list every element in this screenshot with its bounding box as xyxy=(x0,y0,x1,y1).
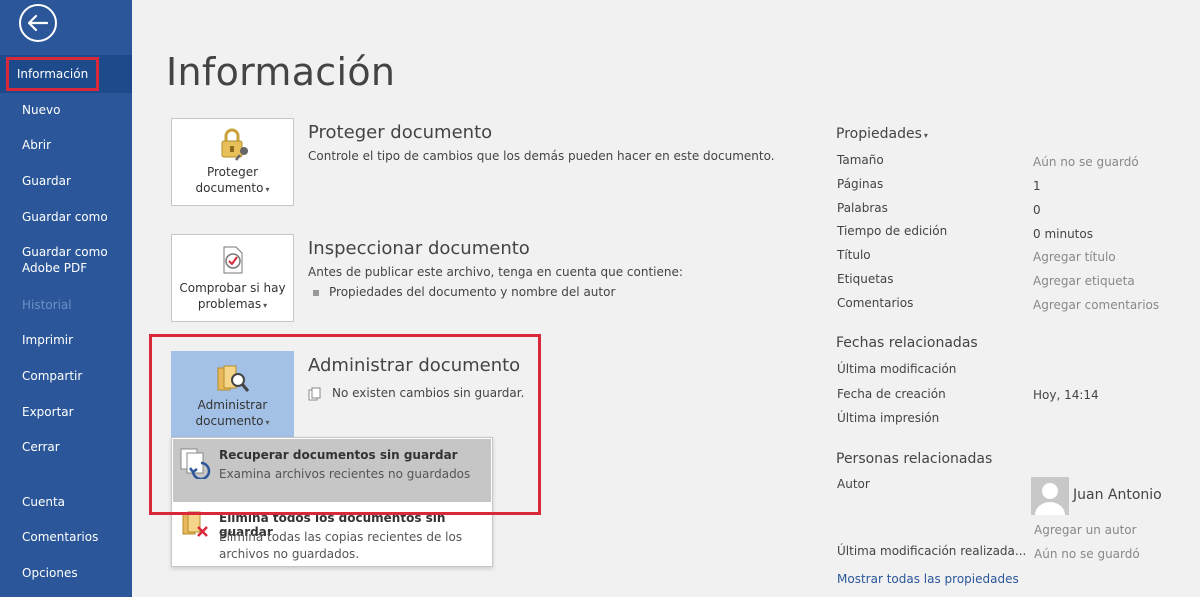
recover-document-icon xyxy=(180,448,211,479)
menu-item-recover-unsaved[interactable]: Recuperar documentos sin guardar Examina… xyxy=(173,439,491,502)
tile-label-line2: problemas ▾ xyxy=(197,297,268,311)
add-title-field[interactable]: Agregar título xyxy=(1033,250,1116,264)
sidebar-item-imprimir[interactable]: Imprimir xyxy=(0,332,132,348)
prop-value: Aún no se guardó xyxy=(1033,155,1139,169)
chevron-down-icon: ▾ xyxy=(923,131,928,140)
sidebar-item-cerrar[interactable]: Cerrar xyxy=(0,439,132,455)
prop-label: Tiempo de edición xyxy=(837,224,948,238)
menu-item-title: Recuperar documentos sin guardar xyxy=(219,448,458,462)
prop-label: Título xyxy=(837,248,871,262)
tile-label-line1: Comprobar si hay xyxy=(179,281,286,295)
check-issues-button[interactable]: Comprobar si hay problemas ▾ xyxy=(171,234,294,322)
add-comments-field[interactable]: Agregar comentarios xyxy=(1033,298,1159,312)
bullet-text: Propiedades del documento y nombre del a… xyxy=(329,285,616,299)
bullet-icon xyxy=(313,289,319,296)
sidebar-item-nuevo[interactable]: Nuevo xyxy=(0,102,132,118)
sidebar-item-comentarios[interactable]: Comentarios xyxy=(0,529,132,545)
sidebar-item-exportar[interactable]: Exportar xyxy=(0,404,132,420)
menu-item-delete-unsaved[interactable]: Elimina todos los documentos sin guardar… xyxy=(173,504,491,566)
chevron-down-icon: ▾ xyxy=(265,418,270,427)
inspect-document-icon xyxy=(223,246,243,274)
backstage-sidebar: Información Nuevo Abrir Guardar Guardar … xyxy=(0,0,132,597)
prop-value: 1 xyxy=(1033,179,1041,193)
prop-value: 0 minutos xyxy=(1033,227,1093,241)
date-label: Última modificación xyxy=(837,362,957,376)
sidebar-item-historial: Historial xyxy=(22,298,72,312)
section-title-inspect: Inspeccionar documento xyxy=(308,238,530,259)
manage-document-button[interactable]: Administrar documento ▾ xyxy=(171,351,294,438)
author-name[interactable]: Juan Antonio xyxy=(1073,487,1162,503)
sidebar-item-guardar[interactable]: Guardar xyxy=(0,173,132,189)
last-modified-by-value: Aún no se guardó xyxy=(1034,547,1140,561)
date-label: Fecha de creación xyxy=(837,387,946,401)
section-title-manage: Administrar documento xyxy=(308,355,521,376)
dates-heading: Fechas relacionadas xyxy=(836,335,978,351)
people-heading: Personas relacionadas xyxy=(836,451,993,467)
sidebar-item-informacion[interactable]: Información xyxy=(0,55,132,93)
bullet-item: Propiedades del documento y nombre del a… xyxy=(313,285,615,299)
avatar xyxy=(1031,477,1069,515)
add-tag-field[interactable]: Agregar etiqueta xyxy=(1033,274,1135,288)
prop-value: 0 xyxy=(1033,203,1041,217)
add-author-link[interactable]: Agregar un autor xyxy=(1034,523,1137,537)
prop-label: Páginas xyxy=(837,177,884,191)
author-label: Autor xyxy=(837,477,870,491)
tile-label-line1: Proteger xyxy=(206,165,259,179)
lock-key-icon xyxy=(221,128,248,161)
properties-heading[interactable]: Propiedades ▾ xyxy=(836,126,928,142)
sidebar-item-guardar-como[interactable]: Guardar como xyxy=(0,209,132,225)
arrow-left-icon xyxy=(27,14,49,32)
menu-item-desc-1: Elimina todas las copias recientes de lo… xyxy=(219,530,463,544)
date-label: Última impresión xyxy=(837,411,940,425)
tile-label-line2: documento ▾ xyxy=(195,181,270,195)
sidebar-item-opciones[interactable]: Opciones xyxy=(0,565,132,581)
section-desc-inspect: Antes de publicar este archivo, tenga en… xyxy=(308,265,683,279)
protect-document-button[interactable]: Proteger documento ▾ xyxy=(171,118,294,206)
section-title-protect: Proteger documento xyxy=(308,122,493,143)
sidebar-item-cuenta[interactable]: Cuenta xyxy=(0,494,132,510)
tile-label-line1: Administrar xyxy=(197,398,268,412)
sidebar-item-guardar-pdf[interactable]: Guardar como Adobe PDF xyxy=(0,244,115,276)
chevron-down-icon: ▾ xyxy=(265,185,270,194)
menu-item-desc: Examina archivos recientes no guardados xyxy=(219,467,471,481)
menu-item-desc-2: archivos no guardados. xyxy=(219,547,360,561)
person-icon xyxy=(1035,483,1065,515)
delete-document-icon xyxy=(182,511,208,537)
prop-label: Palabras xyxy=(837,201,888,215)
chevron-down-icon: ▾ xyxy=(263,301,268,310)
document-versions-icon xyxy=(308,387,321,400)
prop-label: Tamaño xyxy=(837,153,884,167)
manage-document-icon xyxy=(217,365,250,392)
properties-heading-text: Propiedades xyxy=(836,126,922,142)
sidebar-item-compartir[interactable]: Compartir xyxy=(0,368,132,384)
page-title: Información xyxy=(166,50,396,94)
manage-document-menu: Recuperar documentos sin guardar Examina… xyxy=(171,437,493,567)
show-all-properties-link[interactable]: Mostrar todas las propiedades xyxy=(837,572,1019,586)
sidebar-item-label: Información xyxy=(6,57,99,91)
date-value: Hoy, 14:14 xyxy=(1033,388,1099,402)
back-button[interactable] xyxy=(19,4,57,42)
sidebar-item-abrir[interactable]: Abrir xyxy=(0,137,132,153)
prop-label: Etiquetas xyxy=(837,272,894,286)
prop-label: Comentarios xyxy=(837,296,914,310)
tile-label-line2: documento ▾ xyxy=(195,414,270,428)
last-modified-by-label: Última modificación realizada... xyxy=(837,544,1027,558)
manage-desc-text: No existen cambios sin guardar. xyxy=(332,386,525,400)
section-desc-manage: No existen cambios sin guardar. xyxy=(308,386,524,401)
section-desc-protect: Controle el tipo de cambios que los demá… xyxy=(308,149,775,163)
